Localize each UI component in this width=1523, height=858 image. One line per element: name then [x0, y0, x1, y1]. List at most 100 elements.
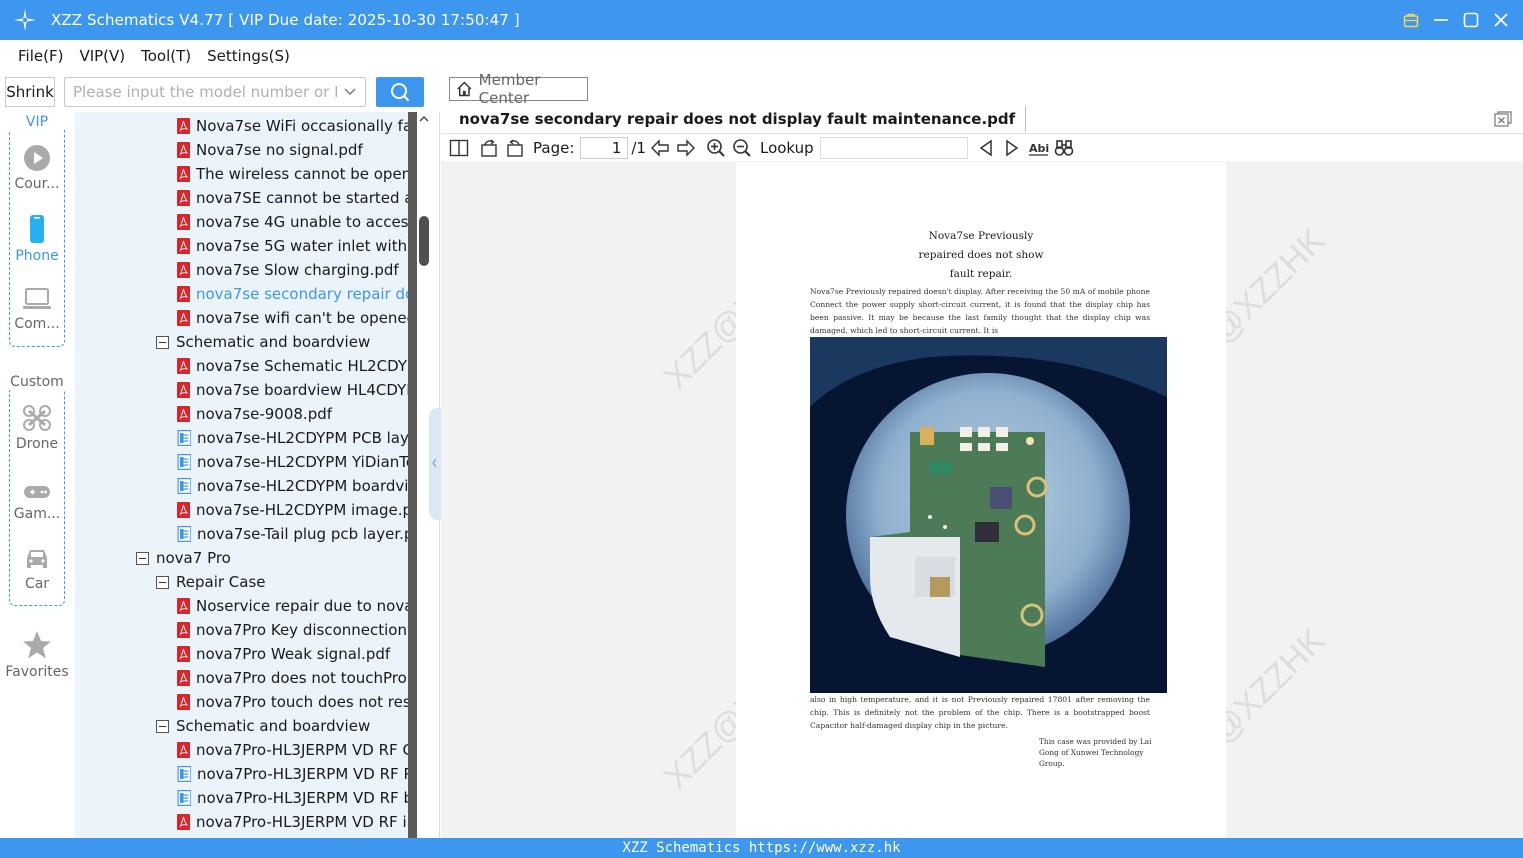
menu-file[interactable]: File(F) — [18, 47, 63, 65]
rail-item-car[interactable]: Car — [0, 546, 74, 592]
scroll-up-icon[interactable] — [418, 114, 430, 124]
tree-file-item[interactable]: nova7se-HL2CDYPM image.pdf — [177, 498, 408, 522]
tree-file-item[interactable]: nova7se boardview HL4CDYPM — [177, 378, 408, 402]
pcb-file-icon — [177, 766, 191, 782]
zoom-out-icon[interactable] — [732, 138, 752, 158]
tree-item-label: Schematic and boardview — [176, 333, 371, 351]
page-number-input[interactable]: 1 — [580, 136, 629, 159]
tree-file-item[interactable]: nova7SE cannot be started after — [177, 186, 408, 210]
tree-file-item[interactable]: nova7Pro Weak signal.pdf — [177, 642, 390, 666]
tree-item-label: nova7se-HL2CDYPM boardview — [197, 477, 408, 495]
collapse-toggle-icon[interactable] — [136, 551, 149, 565]
rail-item-drone[interactable]: Drone — [0, 404, 74, 452]
tree-file-item[interactable]: nova7Pro-HL3JERPM VD RF boa — [177, 786, 408, 810]
zoom-in-icon[interactable] — [706, 138, 726, 158]
tree-item-label: Repair Case — [176, 573, 266, 591]
tree-file-item[interactable]: nova7Pro does not touchPrope — [177, 666, 408, 690]
member-center-button[interactable]: Member Center — [449, 71, 588, 107]
next-page-icon[interactable] — [676, 138, 696, 158]
tree-file-item[interactable]: nova7Pro touch does not respo — [177, 690, 408, 714]
rail-item-phone[interactable]: Phone — [0, 214, 74, 264]
tree-file-item[interactable]: Nova7se no signal.pdf — [177, 138, 363, 162]
svg-text:Abi: Abi — [1029, 142, 1049, 155]
tree-file-item[interactable]: nova7se secondary repair does — [177, 282, 408, 306]
tree-file-item[interactable]: nova7se-HL2CDYPM PCB layer.p — [177, 426, 408, 450]
tree-folder-node[interactable]: Repair Case — [156, 570, 266, 594]
tree-folder-node[interactable]: Schematic and boardview — [156, 330, 370, 354]
gamepad-icon — [24, 486, 50, 498]
binoculars-icon[interactable] — [1054, 138, 1074, 158]
tree-scrollbar-track[interactable] — [408, 112, 417, 838]
menu-tool[interactable]: Tool(T) — [141, 47, 191, 65]
document-tab[interactable]: nova7se secondary repair does not displa… — [449, 106, 1027, 132]
pdf-file-icon — [177, 382, 190, 398]
status-bar: XZZ Schematics https://www.xzz.hk — [0, 838, 1523, 858]
collapse-toggle-icon[interactable] — [156, 575, 169, 589]
search-input[interactable] — [65, 78, 337, 106]
tree-file-item[interactable]: nova7se-HL2CDYPM boardview — [177, 474, 408, 498]
close-tab-icon[interactable] — [1494, 111, 1512, 127]
laptop-icon — [23, 288, 51, 309]
tree-file-item[interactable]: The wireless cannot be opened — [177, 162, 408, 186]
previous-page-icon[interactable] — [650, 138, 670, 158]
collapse-panel-handle[interactable] — [429, 408, 441, 520]
tree-file-item[interactable]: Nova7se WiFi occasionally fails — [177, 114, 408, 138]
pcb-file-icon — [177, 526, 191, 542]
tree-file-item[interactable]: nova7se-HL2CDYPM YiDianTon — [177, 450, 408, 474]
rotate-left-icon[interactable] — [479, 138, 499, 158]
rail-label: Car — [24, 576, 50, 592]
search-button[interactable] — [376, 77, 424, 107]
minimize-icon[interactable] — [1433, 12, 1449, 28]
tree-file-item[interactable]: nova7se-Tail plug pcb layer.pcb — [177, 522, 408, 546]
tree-item-label: nova7Pro-HL3JERPM VD RF PCI — [197, 765, 408, 783]
collapse-toggle-icon[interactable] — [156, 335, 169, 349]
collapse-toggle-icon[interactable] — [156, 719, 169, 733]
tree-folder-node[interactable]: Schematic and boardview — [156, 714, 370, 738]
search-combobox[interactable] — [64, 77, 366, 107]
lookup-input[interactable] — [819, 136, 968, 159]
rail-item-courses[interactable]: Cour... — [0, 144, 74, 192]
tree-scrollbar-thumb[interactable] — [419, 216, 429, 266]
rail-item-favorites[interactable]: Favorites — [0, 630, 74, 680]
tree-file-item[interactable]: nova7se Slow charging.pdf — [177, 258, 399, 282]
maximize-icon[interactable] — [1463, 12, 1479, 28]
find-next-icon[interactable] — [1002, 138, 1022, 158]
tree-file-item[interactable]: nova7Pro Key disconnection.pd — [177, 618, 408, 642]
chevron-down-icon[interactable] — [343, 86, 357, 98]
tree-file-item[interactable]: nova7Pro-HL3JERPM VD RF PCI — [177, 762, 408, 786]
pdf-file-icon — [177, 358, 190, 374]
rail-item-computer[interactable]: Com... — [0, 286, 74, 332]
tree-item-label: nova7se Schematic HL2CDYPM. — [196, 357, 408, 375]
tree-item-label: nova7Pro touch does not respo — [196, 693, 408, 711]
vip-bag-icon[interactable] — [1403, 12, 1419, 28]
tree-file-item[interactable]: nova7Pro-HL3JERPM VD RF ima — [177, 810, 408, 834]
tree-item-label: nova7se 4G unable to access Int — [196, 213, 408, 231]
rotate-right-icon[interactable] — [505, 138, 525, 158]
tree-item-label: nova7se-Tail plug pcb layer.pcb — [197, 525, 408, 543]
match-case-icon[interactable]: Abi — [1028, 138, 1050, 158]
tree-file-item[interactable]: nova7se Schematic HL2CDYPM. — [177, 354, 408, 378]
close-icon[interactable] — [1493, 12, 1509, 28]
microscope-photo — [810, 337, 1167, 693]
tree-model-node[interactable]: nova7 Pro — [136, 546, 231, 570]
tree-file-item[interactable]: Noservice repair due to nova7P — [177, 594, 408, 618]
doc-title-line: repaired does not show — [918, 249, 1044, 261]
menu-vip[interactable]: VIP(V) — [79, 47, 125, 65]
tree-file-item[interactable]: nova7se wifi can't be opened af — [177, 306, 408, 330]
pdf-file-icon — [177, 310, 190, 326]
find-previous-icon[interactable] — [976, 138, 996, 158]
tree-file-item[interactable]: nova7Pro-HL3JERPM VD RF Cor — [177, 738, 408, 762]
vip-label-text: VIP — [23, 114, 51, 130]
tree-item-label: nova7se-HL2CDYPM PCB layer.p — [197, 429, 408, 447]
menu-settings[interactable]: Settings(S) — [207, 47, 290, 65]
doc-title-line: fault repair. — [949, 268, 1013, 280]
rail-item-games[interactable]: Gam... — [0, 482, 74, 522]
shrink-button[interactable]: Shrink — [5, 77, 55, 107]
two-page-view-icon[interactable] — [449, 138, 469, 158]
tree-file-item[interactable]: nova7se-9008.pdf — [177, 402, 332, 426]
tree-file-item[interactable]: nova7se 4G unable to access Int — [177, 210, 408, 234]
page-label: Page: — [533, 138, 575, 157]
tree-file-item[interactable]: nova7se 5G water inlet without — [177, 234, 408, 258]
tree-item-label: The wireless cannot be opened — [196, 165, 408, 183]
pdf-file-icon — [177, 742, 190, 758]
